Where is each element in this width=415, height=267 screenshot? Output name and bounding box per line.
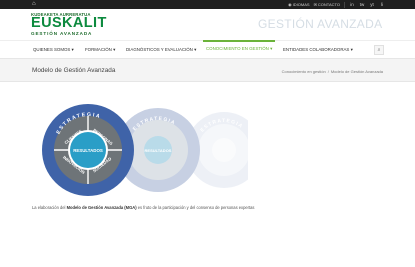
- search-icon: ⌕: [377, 47, 381, 53]
- twitter-icon[interactable]: tw: [359, 1, 365, 8]
- nav-item-entidades[interactable]: ENTIDADES COLABORADORAS ▾: [283, 41, 353, 59]
- breadcrumb-item-conocimiento[interactable]: Conocimiento en gestión: [282, 69, 326, 74]
- youtube-icon[interactable]: yt: [369, 1, 375, 8]
- linkedin-icon[interactable]: in: [349, 1, 355, 8]
- main-nav: QUIENES SOMOS ▾ FORMACIÓN ▾ DIAGNÓSTICOS…: [0, 40, 415, 58]
- topbar-divider: [344, 1, 345, 8]
- top-bar: ⌂ ◉ IDIOMAS ✉ CONTACTO in tw yt li: [0, 0, 415, 9]
- languages-link[interactable]: ◉ IDIOMAS: [288, 1, 309, 8]
- mga-diagram-svg: ESTRATEGIA RESULTADOS ESTRATEGIA ESTRATE…: [42, 104, 248, 196]
- mail-icon: ✉: [313, 2, 317, 7]
- contact-label: CONTACTO: [317, 2, 340, 7]
- page-title: Modelo de Gestión Avanzada: [32, 67, 116, 74]
- home-icon[interactable]: ⌂: [32, 1, 39, 8]
- nav-item-conocimiento[interactable]: CONOCIMIENTO EN GESTIÓN ▾: [203, 40, 276, 58]
- euskalit-logo[interactable]: KUDEAKETA AURRERATUA EUSKALIT GESTIÓN AV…: [31, 12, 111, 38]
- contact-link[interactable]: ✉ CONTACTO: [314, 1, 340, 8]
- languages-label: IDIOMAS: [292, 2, 310, 7]
- globe-icon: ◉: [288, 2, 292, 7]
- main-wheel: ESTRATEGIA CLIENTES PERSONAS INNOVACIÓN …: [42, 104, 134, 196]
- caption-post: es fruto de la participación y del conse…: [136, 205, 255, 210]
- nav-item-formacion[interactable]: FORMACIÓN ▾: [85, 41, 115, 59]
- breadcrumb: Conocimiento en gestión / Modelo de Gest…: [282, 69, 383, 74]
- ghost-center-label: RESULTADOS: [145, 148, 172, 153]
- center-label: RESULTADOS: [73, 148, 103, 153]
- logo-line-3: GESTIÓN AVANZADA: [31, 31, 93, 36]
- search-button[interactable]: ⌕: [374, 45, 384, 55]
- mga-diagram: ESTRATEGIA RESULTADOS ESTRATEGIA ESTRATE…: [38, 98, 248, 198]
- site-title: GESTIÓN AVANZADA: [258, 17, 383, 31]
- linkedin-alt-icon[interactable]: li: [379, 1, 385, 8]
- intro-caption: La elaboración del Modelo de Gestión Ava…: [32, 205, 254, 210]
- top-links: ◉ IDIOMAS ✉ CONTACTO in tw yt li: [288, 1, 385, 8]
- nav-item-quienes-somos[interactable]: QUIENES SOMOS ▾: [33, 41, 74, 59]
- breadcrumb-separator: /: [327, 69, 329, 74]
- caption-pre: La elaboración del: [32, 205, 67, 210]
- caption-bold: Modelo de Gestión Avanzada (MGA): [66, 205, 137, 210]
- logo-line-2: EUSKALIT: [31, 15, 107, 31]
- breadcrumb-item-current: Modelo de Gestión Avanzada: [330, 69, 383, 74]
- nav-item-diagnosticos[interactable]: DIAGNÓSTICOS Y EVALUACIÓN ▾: [126, 41, 196, 59]
- page-header: Modelo de Gestión Avanzada Conocimiento …: [0, 58, 415, 82]
